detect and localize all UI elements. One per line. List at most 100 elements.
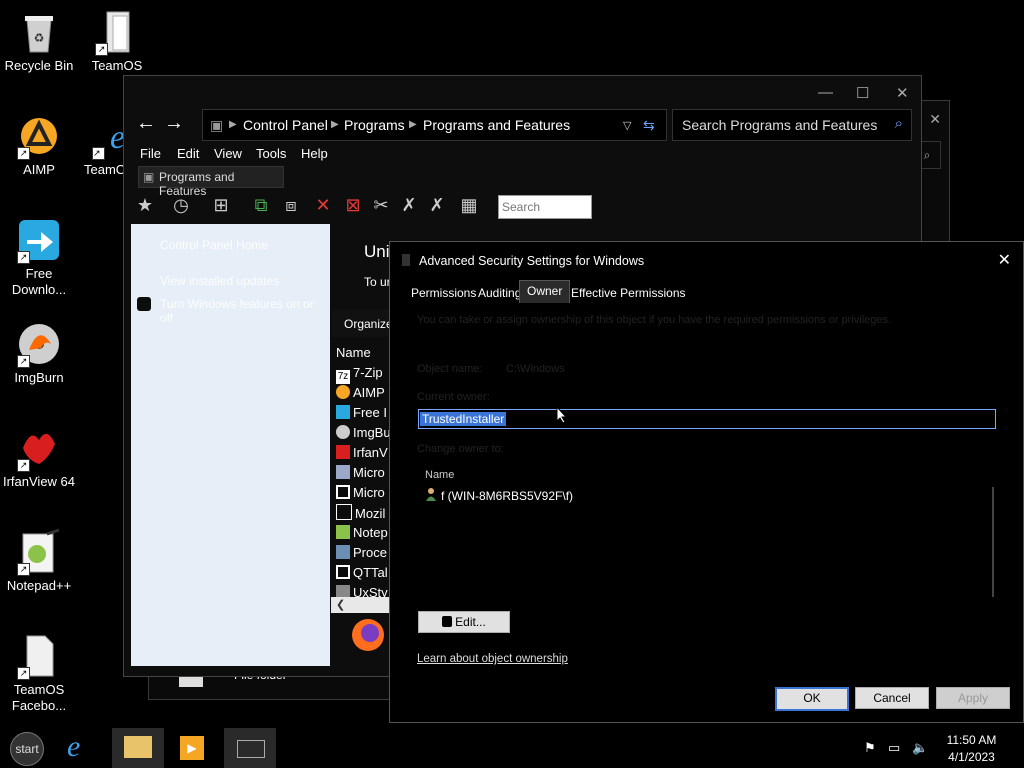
forward-arrow-icon[interactable]: → [164, 112, 184, 135]
list-item[interactable]: IrfanV [336, 444, 388, 462]
ok-button[interactable]: OK [775, 687, 849, 711]
edit-button[interactable]: Edit... [418, 611, 510, 633]
toolbar-search-input[interactable]: Search [498, 195, 592, 219]
list-item[interactable]: Free I [336, 404, 387, 422]
link-view-installed-updates[interactable]: View installed updates [160, 274, 279, 288]
vertical-scrollbar[interactable] [992, 487, 994, 597]
chevron-down-icon[interactable]: ▽ [623, 119, 631, 132]
cancel-button[interactable]: Cancel [855, 687, 929, 709]
close-icon[interactable]: ✕ [929, 111, 941, 128]
close-icon[interactable]: ✕ [896, 84, 909, 102]
organize-button[interactable]: Organize [344, 317, 393, 331]
clock-time[interactable]: 11:50 AM [934, 733, 1009, 747]
tab-programs-features[interactable]: ▣ Programs and Features [138, 166, 284, 198]
list-item[interactable]: Micro [336, 484, 385, 502]
learn-ownership-link[interactable]: Learn about object ownership [417, 653, 568, 665]
breadcrumb-item[interactable]: Programs [344, 117, 405, 133]
link-control-panel-home[interactable]: Control Panel Home [160, 238, 268, 252]
link-windows-features[interactable]: Turn Windows features on or off [160, 297, 320, 325]
delete-icon[interactable]: ✕ [312, 194, 334, 216]
desktop-icon-free-download[interactable]: ↗ Free Downlo... [0, 216, 78, 298]
address-bar[interactable]: ▣ ▶ Control Panel ▶ Programs ▶ Programs … [202, 109, 667, 141]
favorite-star-icon[interactable]: ★ [134, 194, 156, 216]
clock-date[interactable]: 4/1/2023 [934, 750, 1009, 764]
desktop-icon-notepadpp[interactable]: ↗ Notepad++ [0, 528, 78, 594]
program-icon [336, 465, 350, 479]
history-icon[interactable]: ◷ [170, 194, 192, 216]
column-header-name[interactable]: Name [425, 469, 454, 481]
breadcrumb-item[interactable]: Control Panel [243, 117, 328, 133]
control-panel-icon: ▣ [210, 117, 224, 133]
column-header-name[interactable]: Name [336, 345, 371, 360]
cut-icon[interactable]: ✂ [370, 194, 392, 216]
search-icon[interactable]: ⌕ [895, 115, 903, 132]
copy-icon[interactable]: ⧉ [250, 194, 272, 216]
desktop-icon-aimp[interactable]: ↗ AIMP [0, 112, 78, 178]
volume-muted-icon[interactable]: 🔈 [912, 740, 928, 756]
desktop-icon-recycle-bin[interactable]: ♻ Recycle Bin [0, 8, 78, 74]
tool-icon-2[interactable]: ✗ [426, 194, 448, 216]
desktop-icon-teamos-facebook[interactable]: ↗ TeamOS Facebo... [0, 632, 78, 714]
download-icon [336, 405, 350, 419]
7zip-icon: 7z [336, 370, 350, 384]
windows-icon[interactable]: ⊞ [210, 194, 232, 216]
owner-list-item[interactable]: f (WIN-8M6RBS5V92F\f) [441, 489, 573, 503]
desktop-icon-teamo-ie[interactable]: e ↗ TeamO [78, 112, 128, 178]
menu-help[interactable]: Help [301, 146, 328, 161]
tab-auditing[interactable]: Auditing [474, 284, 525, 302]
desktop-icon-label: TeamO [84, 162, 126, 177]
refresh-icon[interactable]: ⇆ [643, 117, 655, 134]
shield-icon [442, 616, 453, 627]
search-input[interactable]: Search Programs and Features ⌕ [672, 109, 912, 141]
change-owner-label: Change owner to: [417, 443, 504, 455]
media-player-icon: ▶ [180, 736, 204, 760]
shortcut-arrow-icon: ↗ [17, 667, 30, 680]
list-item[interactable]: Mozil [336, 504, 385, 522]
tab-effective-permissions[interactable]: Effective Permissions [567, 284, 690, 302]
network-icon[interactable]: ▭ [888, 740, 900, 756]
taskbar-ie[interactable]: e [58, 728, 110, 768]
list-item[interactable]: AIMP [336, 384, 385, 402]
window-icon [237, 740, 265, 758]
tab-owner[interactable]: Owner [519, 280, 571, 303]
owner-info-text: You can take or assign ownership of this… [417, 314, 892, 326]
list-item[interactable]: 7z 7-Zip [336, 364, 383, 384]
delete-window-icon[interactable]: ⊠ [342, 194, 364, 216]
back-arrow-icon[interactable]: ← [136, 112, 156, 135]
current-owner-field[interactable]: TrustedInstaller [418, 409, 996, 429]
desktop-icon-teamos[interactable]: ↗ TeamOS [78, 8, 156, 74]
close-icon[interactable]: ✕ [998, 250, 1011, 270]
breadcrumb-item[interactable]: Programs and Features [423, 117, 570, 133]
list-item[interactable]: Proce [336, 544, 387, 562]
desktop-icon-imgburn[interactable]: ↗ ImgBurn [0, 320, 78, 386]
apply-button[interactable]: Apply [936, 687, 1010, 709]
menu-edit[interactable]: Edit [177, 146, 199, 161]
ie-icon: e [67, 730, 81, 763]
list-item[interactable]: QTTal [336, 564, 388, 582]
tab-permissions[interactable]: Permissions [407, 284, 480, 302]
scroll-left-icon[interactable]: ❮ [336, 599, 345, 611]
list-item[interactable]: Micro [336, 464, 385, 482]
minimize-icon[interactable]: — [818, 84, 833, 101]
desktop-icon-label: Recycle Bin [4, 58, 74, 73]
move-icon[interactable]: ⧈ [280, 194, 302, 216]
menu-file[interactable]: File [140, 146, 161, 161]
menu-view[interactable]: View [214, 146, 242, 161]
flag-icon[interactable]: ⚑ [864, 740, 876, 756]
taskbar-media-player[interactable]: ▶ [166, 728, 218, 768]
taskbar-security[interactable] [224, 728, 276, 768]
taskbar: start e ▶ ⚑ ▭ 🔈 11:50 AM 4/1/2023 [0, 728, 1024, 768]
start-button[interactable]: start [10, 732, 44, 766]
maximize-icon[interactable]: ☐ [856, 84, 869, 102]
view-options-icon[interactable]: ▦ [458, 194, 480, 216]
taskbar-explorer[interactable] [112, 728, 164, 768]
tool-icon[interactable]: ✗ [398, 194, 420, 216]
desktop-icon-irfanview[interactable]: ↗ IrfanView 64 [0, 424, 78, 490]
imgburn-icon [336, 425, 350, 439]
list-item[interactable]: Notep [336, 524, 388, 542]
toolbar-search-placeholder: Search [502, 200, 541, 214]
horizontal-scrollbar[interactable]: ❮ [331, 597, 394, 613]
advanced-security-dialog[interactable]: Advanced Security Settings for Windows ✕… [389, 241, 1024, 723]
list-item[interactable]: ImgBu [336, 424, 391, 442]
menu-tools[interactable]: Tools [256, 146, 286, 161]
